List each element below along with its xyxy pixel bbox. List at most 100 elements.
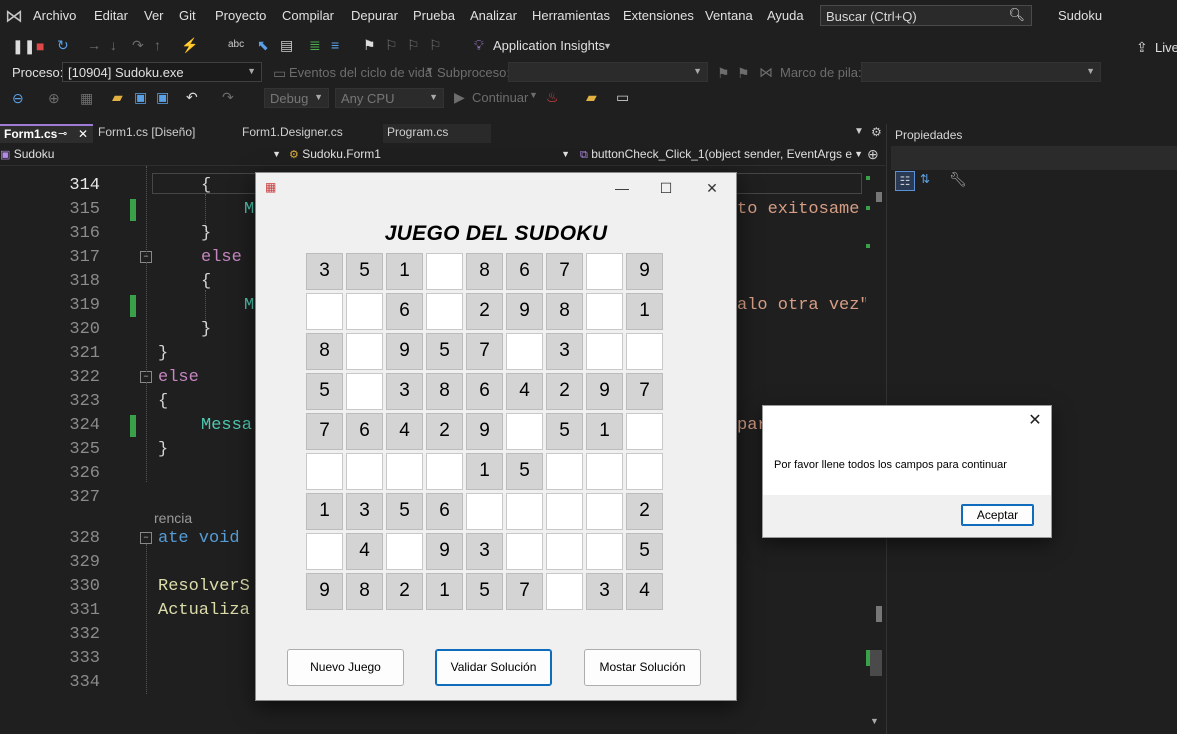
property-pages-icon[interactable]: 🔧︎ (949, 171, 967, 188)
sudoku-cell[interactable] (346, 373, 383, 410)
sudoku-cell[interactable] (506, 493, 543, 530)
sudoku-cell[interactable]: 9 (426, 533, 463, 570)
sudoku-cell[interactable]: 6 (346, 413, 383, 450)
sudoku-cell[interactable] (306, 533, 343, 570)
sudoku-cell[interactable]: 6 (506, 253, 543, 290)
sudoku-cell[interactable]: 7 (546, 253, 583, 290)
sudoku-cell[interactable]: 9 (586, 373, 623, 410)
sudoku-cell[interactable]: 7 (626, 373, 663, 410)
sudoku-cell[interactable]: 3 (346, 493, 383, 530)
process-select[interactable]: [10904] Sudoku.exe ▼ (62, 62, 262, 82)
sudoku-cell[interactable]: 2 (426, 413, 463, 450)
sudoku-cell[interactable]: 6 (386, 293, 423, 330)
sudoku-cell[interactable] (306, 293, 343, 330)
tab-form1-designer-view[interactable]: Form1.cs [Diseño] (94, 124, 234, 143)
close-icon[interactable]: ✕ (692, 176, 732, 200)
sudoku-cell[interactable] (586, 453, 623, 490)
sudoku-cell[interactable] (586, 533, 623, 570)
tab-form1-cs[interactable]: Form1.cs ⊸ ✕ (0, 124, 93, 143)
sudoku-cell[interactable] (586, 293, 623, 330)
sudoku-cell[interactable] (506, 533, 543, 570)
sudoku-cell[interactable] (506, 333, 543, 370)
maximize-icon[interactable]: ☐ (646, 176, 686, 200)
back-icon[interactable]: ⊖ (12, 90, 24, 106)
solution-explorer-icon[interactable]: ▰ (586, 89, 597, 105)
sudoku-cell[interactable]: 5 (386, 493, 423, 530)
stop-icon[interactable]: ■ (36, 38, 44, 54)
properties-object-select[interactable] (891, 146, 1177, 170)
sudoku-cell[interactable]: 7 (306, 413, 343, 450)
hot-reload-icon[interactable]: ⚡ (181, 37, 198, 53)
minimize-icon[interactable]: — (602, 176, 642, 200)
sudoku-cell[interactable] (546, 573, 583, 610)
chevron-down-icon[interactable]: ▼ (603, 38, 612, 54)
sudoku-cell[interactable]: 2 (546, 373, 583, 410)
sudoku-cell[interactable] (346, 333, 383, 370)
sudoku-cell[interactable]: 3 (586, 573, 623, 610)
indent-icon[interactable]: ≣ (309, 37, 321, 53)
sudoku-cell[interactable] (586, 333, 623, 370)
close-icon[interactable]: ✕ (78, 126, 88, 142)
live-share-icon[interactable]: ⇪ (1136, 39, 1148, 55)
sudoku-cell[interactable] (586, 253, 623, 290)
track-focus-icon[interactable]: ▤ (280, 37, 293, 53)
sudoku-cell[interactable]: 1 (306, 493, 343, 530)
outdent-icon[interactable]: ≡ (331, 37, 339, 53)
sudoku-cell[interactable]: 3 (386, 373, 423, 410)
window-layout-icon[interactable]: ▭ (616, 89, 629, 105)
class-dropdown[interactable]: ⚙ Sudoku.Form1 ▼ (289, 146, 574, 164)
sudoku-cell[interactable]: 5 (466, 573, 503, 610)
sudoku-cell[interactable]: 9 (306, 573, 343, 610)
menu-editar[interactable]: Editar (94, 8, 128, 23)
sudoku-cell[interactable] (386, 453, 423, 490)
application-insights-button[interactable]: Application Insights (493, 38, 605, 53)
sudoku-cell[interactable]: 8 (426, 373, 463, 410)
new-game-button[interactable]: Nuevo Juego (287, 649, 404, 686)
sudoku-cell[interactable]: 7 (466, 333, 503, 370)
restart-icon[interactable]: ↻ (57, 37, 69, 53)
scroll-down-icon[interactable]: ▼ (870, 716, 879, 726)
save-icon[interactable]: ▣ (134, 89, 147, 105)
select-element-icon[interactable]: ⬉ (257, 37, 269, 53)
menu-ver[interactable]: Ver (144, 8, 164, 23)
menu-archivo[interactable]: Archivo (33, 8, 76, 23)
menu-ayuda[interactable]: Ayuda (767, 8, 804, 23)
sudoku-cell[interactable]: 9 (626, 253, 663, 290)
sudoku-cell[interactable] (626, 413, 663, 450)
gear-icon[interactable]: ⚙ (871, 125, 882, 139)
collapse-icon[interactable]: − (140, 532, 152, 544)
sudoku-cell[interactable]: 6 (466, 373, 503, 410)
sudoku-cell[interactable]: 4 (346, 533, 383, 570)
sudoku-cell[interactable]: 9 (466, 413, 503, 450)
tab-list-dropdown-icon[interactable]: ▼ (854, 126, 864, 137)
sudoku-cell[interactable]: 3 (546, 333, 583, 370)
sudoku-cell[interactable]: 5 (506, 453, 543, 490)
live-share-button[interactable]: Live (1155, 40, 1177, 55)
undo-icon[interactable]: ↶ (186, 89, 198, 105)
sudoku-cell[interactable]: 6 (426, 493, 463, 530)
menu-prueba[interactable]: Prueba (413, 8, 455, 23)
pin-icon[interactable]: ⊸ (58, 126, 67, 142)
sudoku-cell[interactable]: 7 (506, 573, 543, 610)
menu-git[interactable]: Git (179, 8, 196, 23)
scroll-thumb[interactable] (876, 192, 882, 202)
scroll-thumb[interactable] (876, 606, 882, 622)
bookmark-icon[interactable]: ⚑ (363, 37, 376, 53)
sudoku-cell[interactable] (506, 413, 543, 450)
search-input[interactable]: Buscar (Ctrl+Q) 🔍︎ (820, 5, 1032, 26)
menu-herramientas[interactable]: Herramientas (532, 8, 610, 23)
codelens-references[interactable]: rencia (154, 510, 192, 526)
tab-form1-designer-cs[interactable]: Form1.Designer.cs (238, 124, 382, 143)
sudoku-cell[interactable]: 9 (506, 293, 543, 330)
member-dropdown[interactable]: ⧉ buttonCheck_Click_1(object sender, Eve… (580, 146, 865, 164)
sudoku-cell[interactable]: 1 (626, 293, 663, 330)
sudoku-cell[interactable] (346, 453, 383, 490)
split-icon[interactable]: ⊕ (867, 146, 879, 163)
sudoku-cell[interactable] (626, 453, 663, 490)
open-folder-icon[interactable]: ▰ (112, 89, 123, 105)
sudoku-cell[interactable] (466, 493, 503, 530)
sudoku-cell[interactable]: 5 (346, 253, 383, 290)
sudoku-cell[interactable] (426, 253, 463, 290)
sudoku-cell[interactable] (586, 493, 623, 530)
sudoku-cell[interactable] (546, 453, 583, 490)
